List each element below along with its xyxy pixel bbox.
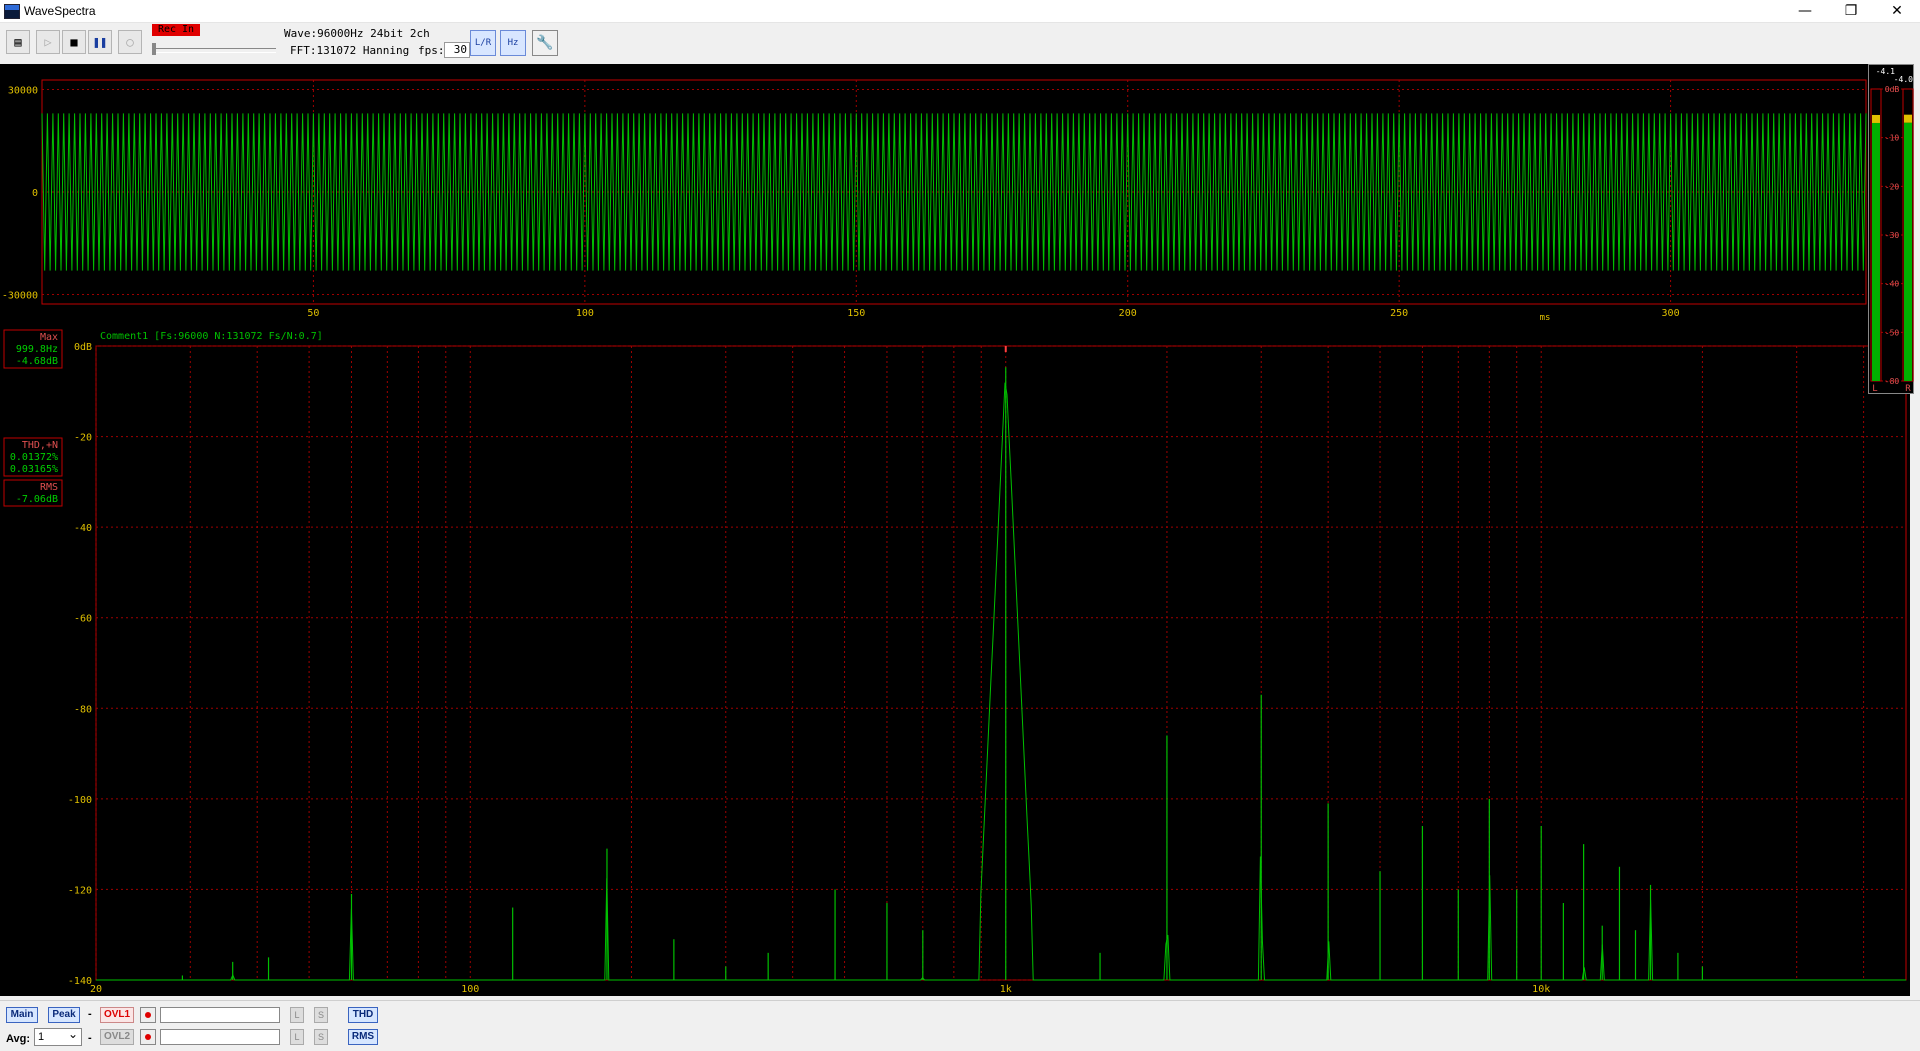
thd-button[interactable]: THD (348, 1007, 378, 1023)
max-info-box: Max999.8Hz-4.68dB (3, 329, 63, 369)
ovl1-l-button[interactable]: L (290, 1007, 304, 1023)
rms-info-box: RMS-7.06dB (3, 479, 63, 507)
spectrum-y-tick: -80 (74, 704, 92, 715)
lr-icon[interactable]: L/R (470, 30, 496, 56)
wave-y-tick: 30000 (8, 85, 38, 96)
vu-right-peak: -4.0 (1894, 75, 1913, 84)
record-ovl2-icon[interactable] (140, 1029, 156, 1045)
play-icon[interactable]: ▷ (36, 30, 60, 54)
vu-left-bar-yellow (1872, 114, 1880, 123)
vu-left-peak: -4.1 (1876, 67, 1895, 76)
max-info-box-line: -4.68dB (16, 356, 58, 367)
avg-label: Avg: (6, 1033, 31, 1045)
pause-icon[interactable]: ❚❚ (88, 30, 112, 54)
spectrum-frame (95, 345, 1907, 981)
vu-scale-label: 0dB (1885, 85, 1900, 94)
hz-db-icon[interactable]: Hz (500, 30, 526, 56)
spectrum-x-tick: 100 (461, 984, 479, 995)
thd-info-box: THD,+N0.01372%0.03165% (3, 437, 63, 477)
rec-level-slider[interactable] (152, 43, 276, 55)
wave-y-tick: 0 (32, 188, 38, 199)
spectrum-y-tick: -40 (74, 523, 92, 534)
open-file-icon[interactable]: ▤ (6, 30, 30, 54)
ovl1-s-button[interactable]: S (314, 1007, 328, 1023)
wave-x-tick: 300 (1662, 308, 1680, 319)
spectrum-y-tick: 0dB (74, 342, 92, 353)
rms-info-box-line: -7.06dB (16, 494, 58, 505)
spectrum-comment: Comment1 [Fs:96000 N:131072 Fs/N:0.7] (100, 331, 323, 342)
wave-x-tick: 200 (1119, 308, 1137, 319)
ovl2-l-button[interactable]: L (290, 1029, 304, 1045)
dash-1: - (88, 1008, 92, 1020)
thd-info-box-line: 0.01372% (10, 452, 58, 463)
ovl2-button[interactable]: OVL2 (100, 1029, 134, 1045)
waveform-plot: 50 100 150 200 250 300 ms 30000 0 -30000 (2, 79, 1867, 323)
wave-x-tick: 50 (307, 308, 319, 319)
title-bar: WaveSpectra — ❐ ✕ (0, 0, 1920, 23)
spectrum-y-tick: -60 (74, 614, 92, 625)
rec-in-label: Rec In (152, 24, 200, 36)
spectrum-y-tick: -100 (68, 795, 92, 806)
spectrum-y-tick: -20 (74, 433, 92, 444)
ovl1-name-field[interactable] (160, 1007, 280, 1023)
vu-channel-r: R (1905, 384, 1911, 394)
vu-right-bar-green (1904, 122, 1912, 382)
vu-right-bar-yellow (1904, 114, 1912, 123)
peak-button[interactable]: Peak (48, 1007, 80, 1023)
dash-2: - (88, 1032, 92, 1044)
max-info-box-line: Max (40, 332, 58, 343)
spectrum-panel: 20 100 1k 10k 0dB -20 -40 -60 -80 -100 -120 -140 Com… (0, 326, 1910, 996)
restore-button[interactable]: ❐ (1828, 0, 1874, 22)
fft-info: FFT:131072 Hanning (290, 44, 410, 57)
spectrum-y-tick: -140 (68, 976, 92, 987)
rms-button[interactable]: RMS (348, 1029, 378, 1045)
wave-x-tick: 250 (1390, 308, 1408, 319)
ovl1-button[interactable]: OVL1 (100, 1007, 134, 1023)
wave-x-tick: 150 (847, 308, 865, 319)
vu-meter-plot: -4.1-4.00dB -10 -20 -30 -40 -50 -80 L R (1870, 67, 1914, 394)
vu-scale-label: -50 (1885, 328, 1900, 337)
vu-scale-label: -30 (1885, 231, 1900, 240)
record-ovl1-icon[interactable] (140, 1007, 156, 1023)
vu-left-bar-green (1872, 122, 1880, 382)
vu-scale-label: -10 (1885, 134, 1900, 143)
rms-info-box-line: RMS (40, 482, 58, 493)
spectrum-trace (96, 382, 1906, 981)
vu-meter: -4.1 -4.0 0dB -10 -20 -30 -40 -50 -80 L R (1868, 64, 1914, 394)
vu-scale-label: -40 (1885, 280, 1900, 289)
max-info-box-line: 999.8Hz (16, 344, 58, 355)
record-icon[interactable]: ◯ (118, 30, 142, 54)
spectrum-plot: 20 100 1k 10k0dB-20-40-60-80-100-120-140Com… (3, 329, 1907, 995)
wave-y-tick: -30000 (2, 291, 38, 302)
spectrum-y-tick: -120 (68, 885, 92, 896)
vu-scale-label: -20 (1885, 182, 1900, 191)
settings-wrench-icon[interactable]: 🔧 (532, 30, 558, 56)
vu-channel-l: L (1872, 384, 1877, 394)
avg-select[interactable]: 1 (34, 1026, 82, 1046)
thd-info-box-line: 0.03165% (10, 464, 58, 475)
bottom-bar: Main Peak - OVL1 L S THD Avg: - OVL2 L S… (0, 1000, 1920, 1051)
spectrum-x-tick: 1k (1000, 984, 1012, 995)
wave-x-unit: ms (1540, 313, 1551, 323)
window-title: WaveSpectra (24, 4, 96, 18)
spectrum-x-tick: 10k (1532, 984, 1550, 995)
thd-info-box-line: THD,+N (22, 440, 58, 451)
stop-icon[interactable]: ■ (62, 30, 86, 54)
close-button[interactable]: ✕ (1874, 0, 1920, 22)
wave-x-tick: 100 (576, 308, 594, 319)
vu-scale-label: -80 (1885, 377, 1900, 386)
app-icon (4, 4, 20, 19)
wave-info: Wave:96000Hz 24bit 2ch (284, 27, 430, 40)
waveform-panel: 50 100 150 200 250 300 ms 30000 0 -30000 (0, 64, 1868, 326)
minimize-button[interactable]: — (1782, 0, 1828, 22)
fps-value[interactable]: 30 (444, 42, 470, 58)
ovl2-s-button[interactable]: S (314, 1029, 328, 1045)
slider-thumb[interactable] (152, 43, 156, 55)
main-button[interactable]: Main (6, 1007, 38, 1023)
fps-label: fps: (418, 44, 445, 57)
ovl2-name-field[interactable] (160, 1029, 280, 1045)
